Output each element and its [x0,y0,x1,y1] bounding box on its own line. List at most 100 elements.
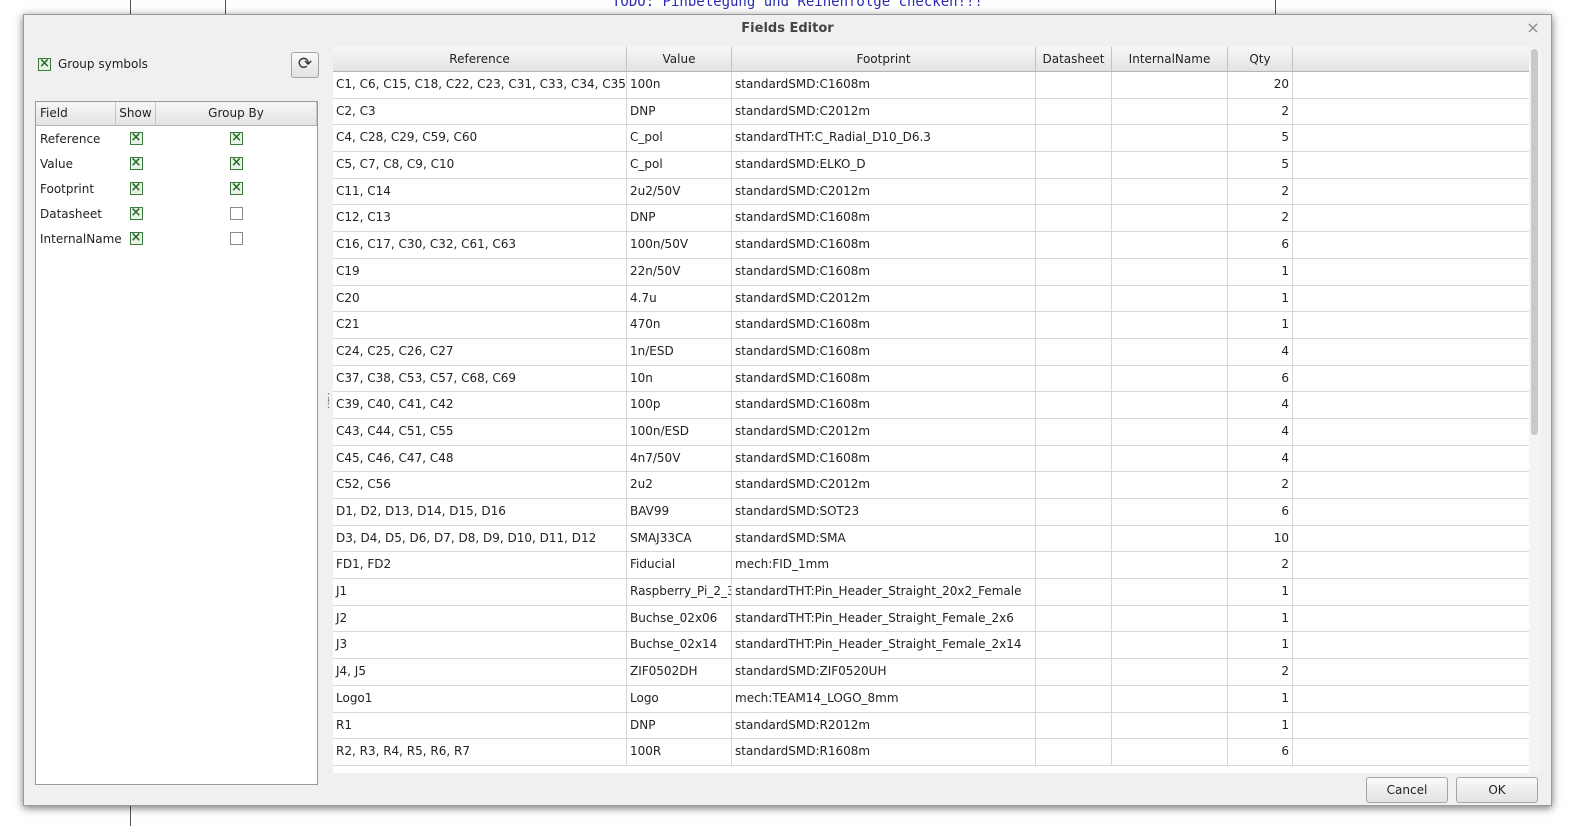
cell-reference[interactable]: C24, C25, C26, C27 [333,338,627,365]
cell-qty[interactable]: 2 [1228,98,1293,125]
table-row[interactable]: C45, C46, C47, C48 4n7/50V standardSMD:C16… [333,445,1529,473]
cell-datasheet[interactable] [1036,605,1112,632]
cell-datasheet[interactable] [1036,552,1112,579]
cell-internal-name[interactable] [1112,525,1228,552]
cell-footprint[interactable]: standardSMD:C1608m [732,338,1036,365]
cell-value[interactable]: 100R [627,739,732,765]
cell-internal-name[interactable] [1112,338,1228,365]
refresh-button[interactable]: ⟳ [291,52,319,78]
cell-qty[interactable]: 4 [1228,392,1293,418]
cell-datasheet[interactable] [1036,579,1112,605]
cell-internal-name[interactable] [1112,418,1228,445]
group-by-checkbox[interactable] [230,207,243,220]
table-row[interactable]: R1 DNP standardSMD:R2012m 1 [333,712,1529,740]
cell-reference[interactable]: D1, D2, D13, D14, D15, D16 [333,499,627,525]
show-checkbox[interactable] [129,155,143,170]
cell-qty[interactable]: 6 [1228,499,1293,525]
cell-reference[interactable]: C1, C6, C15, C18, C22, C23, C31, C33, C3… [333,72,627,98]
cell-datasheet[interactable] [1036,392,1112,418]
cell-footprint[interactable]: standardSMD:C1608m [732,392,1036,418]
cell-reference[interactable]: C45, C46, C47, C48 [333,445,627,472]
column-header-qty[interactable]: Qty [1228,47,1293,71]
cell-value[interactable]: 100n [627,72,732,98]
show-checkbox[interactable] [129,205,143,220]
cell-value[interactable]: DNP [627,712,732,739]
cell-datasheet[interactable] [1036,72,1112,98]
cell-internal-name[interactable] [1112,232,1228,258]
cell-value[interactable]: 100p [627,392,732,418]
cell-datasheet[interactable] [1036,152,1112,178]
column-header-group-by[interactable]: Group By [156,102,317,125]
column-header-field[interactable]: Field [36,102,116,125]
cell-value[interactable]: 1n/ESD [627,338,732,365]
cell-internal-name[interactable] [1112,632,1228,659]
cell-footprint[interactable]: standardSMD:C2012m [732,418,1036,445]
cell-value[interactable]: Fiducial [627,552,732,579]
close-icon[interactable]: × [1523,18,1543,38]
cell-value[interactable]: Buchse_02x06 [627,605,732,632]
cell-value[interactable]: SMAJ33CA [627,525,732,552]
cell-internal-name[interactable] [1112,258,1228,285]
cell-footprint[interactable]: standardSMD:C1608m [732,445,1036,472]
show-checkbox[interactable] [129,130,143,145]
cell-footprint[interactable]: standardSMD:C2012m [732,178,1036,205]
cell-datasheet[interactable] [1036,739,1112,765]
ok-button[interactable]: OK [1456,777,1538,803]
cell-datasheet[interactable] [1036,445,1112,472]
cell-reference[interactable]: FD1, FD2 [333,552,627,579]
cell-reference[interactable]: C11, C14 [333,178,627,205]
table-row[interactable]: C5, C7, C8, C9, C10 C_pol standardSMD:ELKO… [333,152,1529,179]
table-row[interactable]: C24, C25, C26, C27 1n/ESD standardSMD:C160… [333,338,1529,366]
table-row[interactable]: C43, C44, C51, C55 100n/ESD standardSMD:C2… [333,418,1529,446]
cell-datasheet[interactable] [1036,205,1112,232]
cell-value[interactable]: C_pol [627,152,732,178]
column-header-internal-name[interactable]: InternalName [1112,47,1228,71]
cell-datasheet[interactable] [1036,418,1112,445]
cell-reference[interactable]: C12, C13 [333,205,627,232]
column-header-reference[interactable]: Reference [333,47,627,71]
table-row[interactable]: R2, R3, R4, R5, R6, R7 100R standardSMD:R1… [333,739,1529,766]
cell-footprint[interactable]: standardSMD:SOT23 [732,499,1036,525]
cell-qty[interactable]: 5 [1228,152,1293,178]
cell-qty[interactable]: 4 [1228,338,1293,365]
cell-internal-name[interactable] [1112,392,1228,418]
cell-datasheet[interactable] [1036,525,1112,552]
group-symbols-checkbox[interactable] [38,56,51,71]
cell-internal-name[interactable] [1112,552,1228,579]
cell-footprint[interactable]: standardTHT:Pin_Header_Straight_20x2_Fem… [732,579,1036,605]
cell-qty[interactable]: 4 [1228,418,1293,445]
cell-datasheet[interactable] [1036,685,1112,712]
cell-internal-name[interactable] [1112,72,1228,98]
cell-value[interactable]: 22n/50V [627,258,732,285]
cell-value[interactable]: 100n/50V [627,232,732,258]
cell-reference[interactable]: C5, C7, C8, C9, C10 [333,152,627,178]
cell-value[interactable]: BAV99 [627,499,732,525]
cell-qty[interactable]: 1 [1228,685,1293,712]
cell-qty[interactable]: 1 [1228,258,1293,285]
cell-qty[interactable]: 6 [1228,365,1293,392]
cancel-button[interactable]: Cancel [1366,777,1448,803]
cell-qty[interactable]: 6 [1228,739,1293,765]
cell-reference[interactable]: C52, C56 [333,472,627,498]
cell-reference[interactable]: C39, C40, C41, C42 [333,392,627,418]
cell-datasheet[interactable] [1036,632,1112,659]
cell-qty[interactable]: 1 [1228,632,1293,659]
table-row[interactable]: FD1, FD2 Fiducial mech:FID_1mm 2 [333,552,1529,580]
column-header-value[interactable]: Value [627,47,732,71]
show-checkbox[interactable] [129,180,143,195]
cell-reference[interactable]: R1 [333,712,627,739]
table-row[interactable]: C12, C13 DNP standardSMD:C1608m 2 [333,205,1529,233]
cell-internal-name[interactable] [1112,685,1228,712]
cell-footprint[interactable]: standardSMD:C1608m [732,232,1036,258]
column-header-datasheet[interactable]: Datasheet [1036,47,1112,71]
cell-datasheet[interactable] [1036,499,1112,525]
group-by-checkbox[interactable] [230,232,243,245]
cell-value[interactable]: DNP [627,98,732,125]
cell-qty[interactable]: 1 [1228,285,1293,312]
cell-internal-name[interactable] [1112,605,1228,632]
table-row[interactable]: C21 470n standardSMD:C1608m 1 [333,312,1529,339]
cell-value[interactable]: 470n [627,312,732,338]
cell-internal-name[interactable] [1112,499,1228,525]
cell-footprint[interactable]: standardSMD:C1608m [732,365,1036,392]
group-symbols-toggle[interactable]: Group symbols [38,56,148,71]
